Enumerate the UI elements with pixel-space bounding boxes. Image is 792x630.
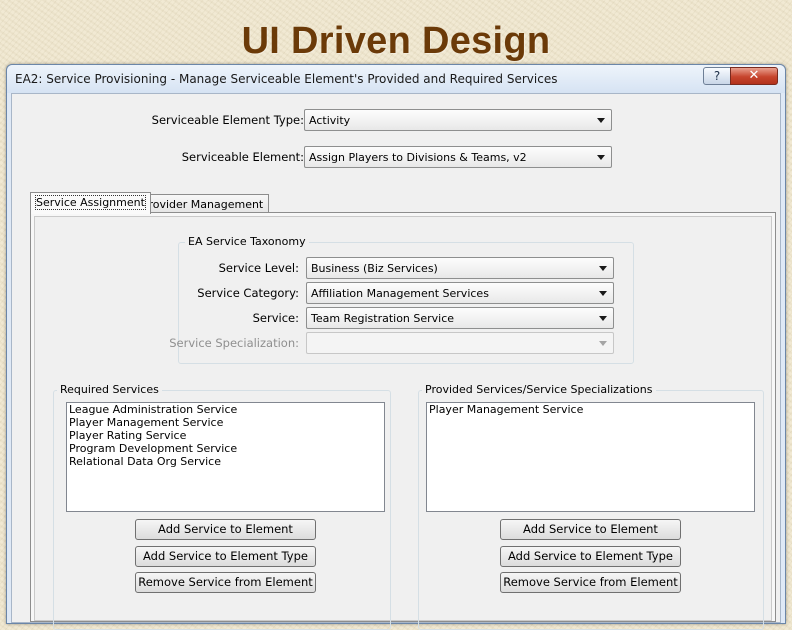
provided-remove-service-button[interactable]: Remove Service from Element [500,572,681,593]
provided-add-service-type-button[interactable]: Add Service to Element Type [500,546,681,567]
service-level-value: Business (Biz Services) [311,262,438,275]
tab-service-assignment[interactable]: Service Assignment [30,192,151,214]
provided-services-list[interactable]: Player Management Service [426,402,755,512]
chevron-down-icon [599,291,607,296]
provided-services-caption: Provided Services/Service Specialization… [422,383,656,396]
list-item[interactable]: League Administration Service [67,403,384,416]
service-specialization-dropdown[interactable] [306,332,614,354]
service-label: Service: [252,311,299,325]
required-add-service-type-button[interactable]: Add Service to Element Type [135,546,316,567]
tab-page-service-assignment: EA Service Taxonomy Service Level: Busin… [30,212,776,630]
element-type-value: Activity [309,114,351,127]
required-add-service-button[interactable]: Add Service to Element [135,519,316,540]
element-type-label: Serviceable Element Type: [151,113,304,127]
service-category-value: Affiliation Management Services [311,287,489,300]
window-title: EA2: Service Provisioning - Manage Servi… [15,72,558,86]
slide-title: UI Driven Design [241,20,551,62]
dialog-client-area: Serviceable Element Type: Activity Servi… [11,93,781,630]
required-services-caption: Required Services [57,383,162,396]
tab-provider-management[interactable]: Provider Management [136,194,270,214]
chevron-down-icon [599,266,607,271]
required-remove-service-button[interactable]: Remove Service from Element [135,572,316,593]
service-category-dropdown[interactable]: Affiliation Management Services [306,282,614,304]
help-button[interactable]: ? [703,67,731,85]
element-type-dropdown[interactable]: Activity [304,109,612,131]
dialog-window: EA2: Service Provisioning - Manage Servi… [6,64,786,630]
required-services-list[interactable]: League Administration Service Player Man… [66,402,385,512]
tab-label: Service Assignment [35,195,146,210]
element-label: Serviceable Element: [181,150,304,164]
service-level-label: Service Level: [218,261,299,275]
list-item[interactable]: Relational Data Org Service [67,455,384,468]
title-bar[interactable]: EA2: Service Provisioning - Manage Servi… [7,65,785,93]
tab-page-content: EA Service Taxonomy Service Level: Busin… [34,216,772,630]
taxonomy-caption: EA Service Taxonomy [185,235,309,248]
service-specialization-label: Service Specialization: [169,336,299,350]
list-item[interactable]: Player Management Service [427,403,754,416]
chevron-down-icon [597,118,605,123]
close-button[interactable]: ✕ [730,67,778,85]
element-value: Assign Players to Divisions & Teams, v2 [309,151,527,164]
service-value: Team Registration Service [311,312,455,325]
list-item[interactable]: Program Development Service [67,442,384,455]
list-item[interactable]: Player Rating Service [67,429,384,442]
provided-add-service-button[interactable]: Add Service to Element [500,519,681,540]
tab-label: Provider Management [142,198,264,211]
chevron-down-icon [599,341,607,346]
service-category-label: Service Category: [197,286,299,300]
chevron-down-icon [597,155,605,160]
list-item[interactable]: Player Management Service [67,416,384,429]
element-dropdown[interactable]: Assign Players to Divisions & Teams, v2 [304,146,612,168]
service-dropdown[interactable]: Team Registration Service [306,307,614,329]
service-level-dropdown[interactable]: Business (Biz Services) [306,257,614,279]
chevron-down-icon [599,316,607,321]
